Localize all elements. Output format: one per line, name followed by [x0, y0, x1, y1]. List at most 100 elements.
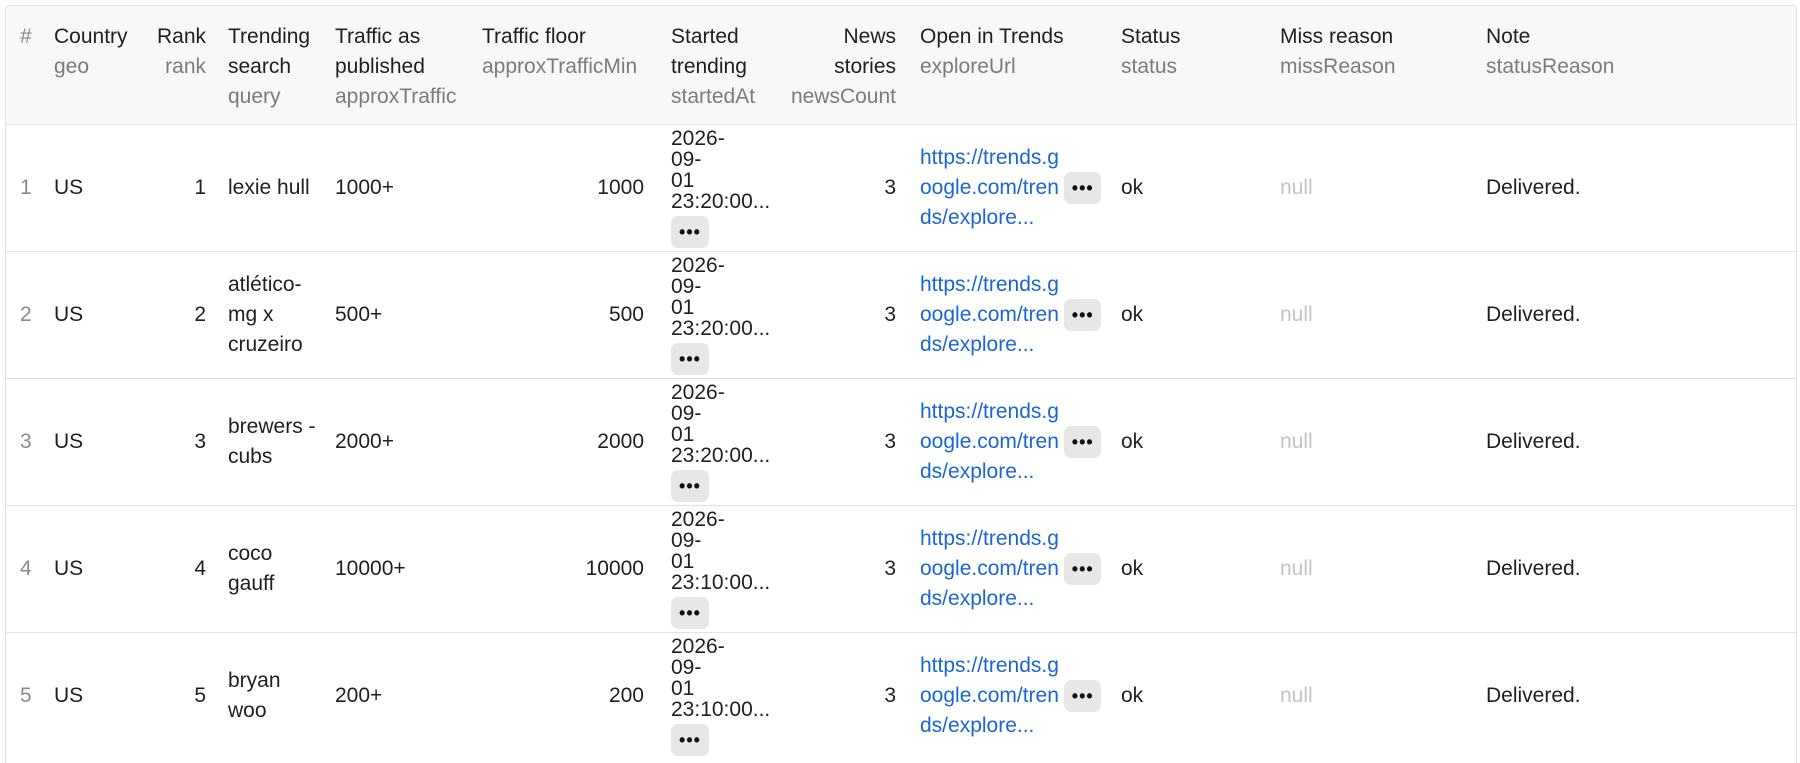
cell-query: atlético-mg x cruzeiro	[206, 251, 329, 378]
cell-note: Delivered.	[1486, 683, 1581, 707]
cell-miss-reason: null	[1280, 175, 1313, 199]
explore-url-link[interactable]: https://trends.google.com/trends/explore…	[920, 651, 1059, 741]
column-title: Traffic floor	[482, 25, 586, 48]
explore-url-wrap: https://trends.google.com/trends/explore…	[920, 524, 1101, 614]
cell-explore-url: https://trends.google.com/trends/explore…	[896, 505, 1101, 632]
column-header-note[interactable]: Note statusReason	[1486, 6, 1796, 124]
cell-miss-reason: null	[1280, 429, 1313, 453]
column-title: Trending search	[228, 25, 311, 78]
more-icon: •••	[679, 729, 701, 750]
expand-cell-button[interactable]: •••	[671, 596, 709, 629]
column-title: Note	[1486, 25, 1531, 48]
query-text: atlético-mg x cruzeiro	[228, 272, 303, 356]
cell-traffic-floor: 200	[608, 683, 644, 707]
cell-country: US	[54, 429, 84, 453]
column-field-name: status	[1121, 55, 1178, 78]
started-at-text: 2026-09- 01 23:10:00...	[671, 634, 771, 721]
expand-cell-button[interactable]: •••	[671, 723, 709, 756]
column-header-floor[interactable]: Traffic floor approxTrafficMin	[482, 6, 647, 124]
more-icon: •••	[1071, 177, 1094, 198]
column-header-index[interactable]: #	[6, 6, 54, 124]
explore-url-link[interactable]: https://trends.google.com/trends/explore…	[920, 524, 1059, 614]
explore-url-wrap: https://trends.google.com/trends/explore…	[920, 397, 1101, 487]
expand-cell-button[interactable]: •••	[1064, 425, 1101, 458]
explore-url-wrap: https://trends.google.com/trends/explore…	[920, 143, 1101, 233]
cell-rank: 3	[194, 429, 206, 453]
cell-status: ok	[1121, 556, 1144, 580]
more-icon: •••	[1071, 431, 1094, 452]
column-header-rank[interactable]: Rank rank	[152, 6, 206, 124]
row-index: 4	[20, 556, 32, 580]
cell-note: Delivered.	[1486, 556, 1581, 580]
started-at-text: 2026-09- 01 23:20:00...	[671, 126, 771, 213]
expand-cell-button[interactable]: •••	[671, 469, 709, 502]
cell-note: Delivered.	[1486, 302, 1581, 326]
cell-query: brewers - cubs	[206, 378, 329, 505]
row-index: 2	[20, 302, 32, 326]
column-title: Country	[54, 25, 128, 48]
more-icon: •••	[1071, 685, 1094, 706]
cell-country: US	[54, 683, 84, 707]
explore-url-link[interactable]: https://trends.google.com/trends/explore…	[920, 270, 1059, 360]
cell-status: ok	[1121, 429, 1144, 453]
more-icon: •••	[679, 221, 701, 242]
expand-cell-button[interactable]: •••	[1064, 171, 1101, 204]
cell-news-count: 3	[884, 429, 896, 453]
cell-miss-reason: null	[1280, 683, 1313, 707]
cell-traffic-floor: 10000	[585, 556, 644, 580]
column-field-name: rank	[165, 55, 206, 78]
cell-status: ok	[1121, 683, 1144, 707]
cell-started-at: 2026-09- 01 23:20:00... •••	[647, 378, 770, 505]
cell-started-at: 2026-09- 01 23:10:00... •••	[647, 505, 770, 632]
row-index: 5	[20, 683, 32, 707]
column-header-started[interactable]: Started trending startedAt	[647, 6, 755, 124]
column-field-name: missReason	[1280, 55, 1396, 78]
cell-country: US	[54, 556, 84, 580]
cell-query: bryan woo	[206, 632, 329, 759]
column-header-query[interactable]: Trending search query	[206, 6, 329, 124]
cell-explore-url: https://trends.google.com/trends/explore…	[896, 124, 1101, 251]
expand-cell-button[interactable]: •••	[671, 215, 709, 248]
cell-note: Delivered.	[1486, 175, 1581, 199]
more-icon: •••	[1071, 558, 1094, 579]
column-field-name: statusReason	[1486, 55, 1615, 78]
query-text: coco gauff	[228, 541, 275, 595]
column-field-name: geo	[54, 55, 90, 78]
cell-rank: 4	[194, 556, 206, 580]
query-text: lexie hull	[228, 175, 310, 199]
table-row: 5 US 5 bryan woo 200+ 200 2026-09- 01 23…	[6, 632, 1796, 759]
more-icon: •••	[1071, 304, 1094, 325]
column-title: #	[20, 25, 32, 48]
cell-traffic-floor: 1000	[597, 175, 644, 199]
explore-url-link[interactable]: https://trends.google.com/trends/explore…	[920, 143, 1059, 233]
query-text: brewers - cubs	[228, 414, 316, 468]
query-text: bryan woo	[228, 668, 281, 722]
column-header-url[interactable]: Open in Trends exploreUrl	[896, 6, 1101, 124]
column-title: Open in Trends	[920, 25, 1064, 48]
column-header-status[interactable]: Status status	[1101, 6, 1280, 124]
cell-traffic: 1000+	[335, 175, 394, 199]
cell-query: lexie hull	[206, 124, 329, 251]
column-header-country[interactable]: Country geo	[54, 6, 152, 124]
cell-rank: 2	[194, 302, 206, 326]
more-icon: •••	[679, 602, 701, 623]
cell-news-count: 3	[884, 683, 896, 707]
expand-cell-button[interactable]: •••	[671, 342, 709, 375]
expand-cell-button[interactable]: •••	[1064, 298, 1101, 331]
column-header-miss[interactable]: Miss reason missReason	[1280, 6, 1486, 124]
cell-explore-url: https://trends.google.com/trends/explore…	[896, 251, 1101, 378]
table-row: 3 US 3 brewers - cubs 2000+ 2000 2026-09…	[6, 378, 1796, 505]
column-title: Status	[1121, 25, 1181, 48]
column-header-news[interactable]: News stories newsCount	[747, 6, 896, 124]
explore-url-link[interactable]: https://trends.google.com/trends/explore…	[920, 397, 1059, 487]
more-icon: •••	[679, 348, 701, 369]
column-header-traffic[interactable]: Traffic as published approxTraffic	[329, 6, 482, 124]
started-at-text: 2026-09- 01 23:20:00...	[671, 253, 771, 340]
expand-cell-button[interactable]: •••	[1064, 679, 1101, 712]
explore-url-wrap: https://trends.google.com/trends/explore…	[920, 270, 1101, 360]
row-index: 3	[20, 429, 32, 453]
cell-traffic: 10000+	[335, 556, 406, 580]
expand-cell-button[interactable]: •••	[1064, 552, 1101, 585]
cell-rank: 1	[194, 175, 206, 199]
cell-query: coco gauff	[206, 505, 329, 632]
